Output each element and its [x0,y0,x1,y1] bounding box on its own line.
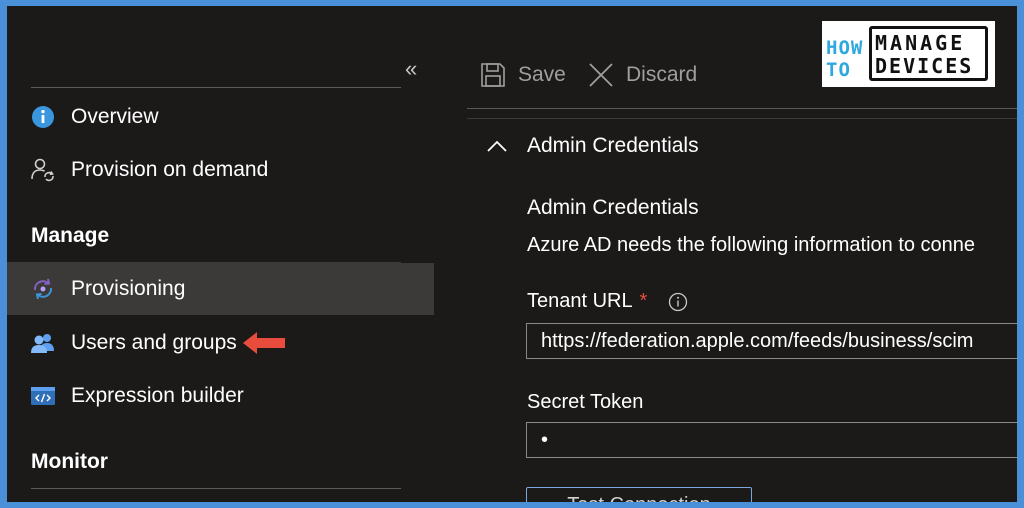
tenant-url-label: Tenant URL * [527,290,648,312]
section-divider [31,488,401,489]
manage-section-heading: Manage [31,224,110,247]
discard-label: Discard [626,63,698,86]
secret-token-label: Secret Token [527,391,644,413]
users-icon [29,329,57,357]
test-connection-button[interactable]: Test Connection [526,487,752,502]
required-marker: * [639,290,648,312]
sidebar-item-provisioning[interactable]: Provisioning [7,263,434,315]
info-tooltip-icon[interactable] [668,292,688,312]
section-title: Admin Credentials [527,134,699,157]
provisioning-icon [29,275,57,303]
discard-button[interactable]: Discard [588,62,697,88]
close-icon [589,63,613,87]
sidebar: « Overview Provision on demand Manage Pr… [7,6,434,502]
sidebar-item-label: Provision on demand [71,158,269,181]
chevron-up-icon [487,140,507,152]
sidebar-item-expression-builder[interactable]: Expression builder [7,370,434,422]
toolbar-divider [467,118,1017,119]
section-subtitle: Admin Credentials [527,196,699,219]
secret-token-input[interactable]: • [526,422,1017,458]
save-button[interactable]: Save [480,62,566,88]
monitor-section-heading: Monitor [31,450,108,473]
collapse-sidebar-button[interactable]: « [405,58,417,80]
save-label: Save [518,63,566,86]
sidebar-item-label: Overview [71,105,159,128]
howtomanagedevices-logo: HOW TO MANAGE DEVICES [822,21,995,87]
sidebar-item-label: Users and groups [71,331,237,354]
sidebar-item-overview[interactable]: Overview [7,91,434,143]
toolbar-divider [467,108,1017,109]
sidebar-item-users-and-groups[interactable]: Users and groups [7,317,434,369]
user-sync-icon [29,156,57,184]
section-description: Azure AD needs the following information… [527,234,976,256]
sidebar-item-label: Provisioning [71,277,186,300]
save-icon [481,63,505,87]
code-window-icon [29,382,57,410]
info-icon [29,103,57,131]
sidebar-item-label: Expression builder [71,384,244,407]
sidebar-item-provision-on-demand[interactable]: Provision on demand [7,144,434,196]
tenant-url-input[interactable]: https://federation.apple.com/feeds/busin… [526,323,1017,359]
annotation-arrow-icon [243,332,285,354]
sidebar-divider [31,87,401,88]
